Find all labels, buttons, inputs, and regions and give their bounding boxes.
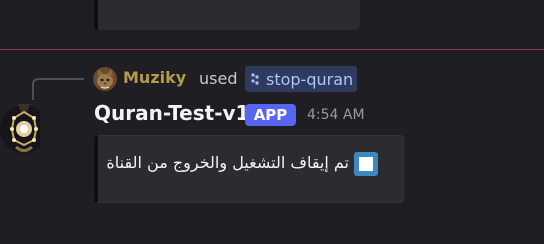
new-messages-divider — [0, 49, 544, 50]
reply-user-avatar[interactable] — [93, 67, 117, 91]
bot-username[interactable]: Quran-Test-v1 — [94, 101, 249, 125]
chat-area: تم Muziky used stop-quran — [0, 0, 544, 244]
bot-avatar[interactable] — [0, 98, 40, 160]
message-timestamp[interactable]: 4:54 AM — [307, 107, 365, 123]
app-badge: APP — [245, 104, 296, 126]
message-embed: تم إيقاف التشغيل والخروج من القناة — [94, 135, 404, 203]
slash-command-icon — [251, 73, 259, 85]
reply-used-label: used — [199, 69, 238, 88]
stop-button-icon — [354, 152, 378, 176]
reply-username[interactable]: Muziky — [123, 68, 186, 87]
reply-connector — [32, 78, 84, 100]
previous-embed: تم — [94, 0, 360, 30]
cat-avatar-icon — [93, 67, 117, 91]
slash-command-name: stop-quran — [266, 69, 354, 89]
lantern-avatar-icon — [0, 104, 40, 153]
embed-description: تم إيقاف التشغيل والخروج من القناة — [106, 153, 349, 172]
slash-command-mention[interactable]: stop-quran — [245, 66, 358, 92]
